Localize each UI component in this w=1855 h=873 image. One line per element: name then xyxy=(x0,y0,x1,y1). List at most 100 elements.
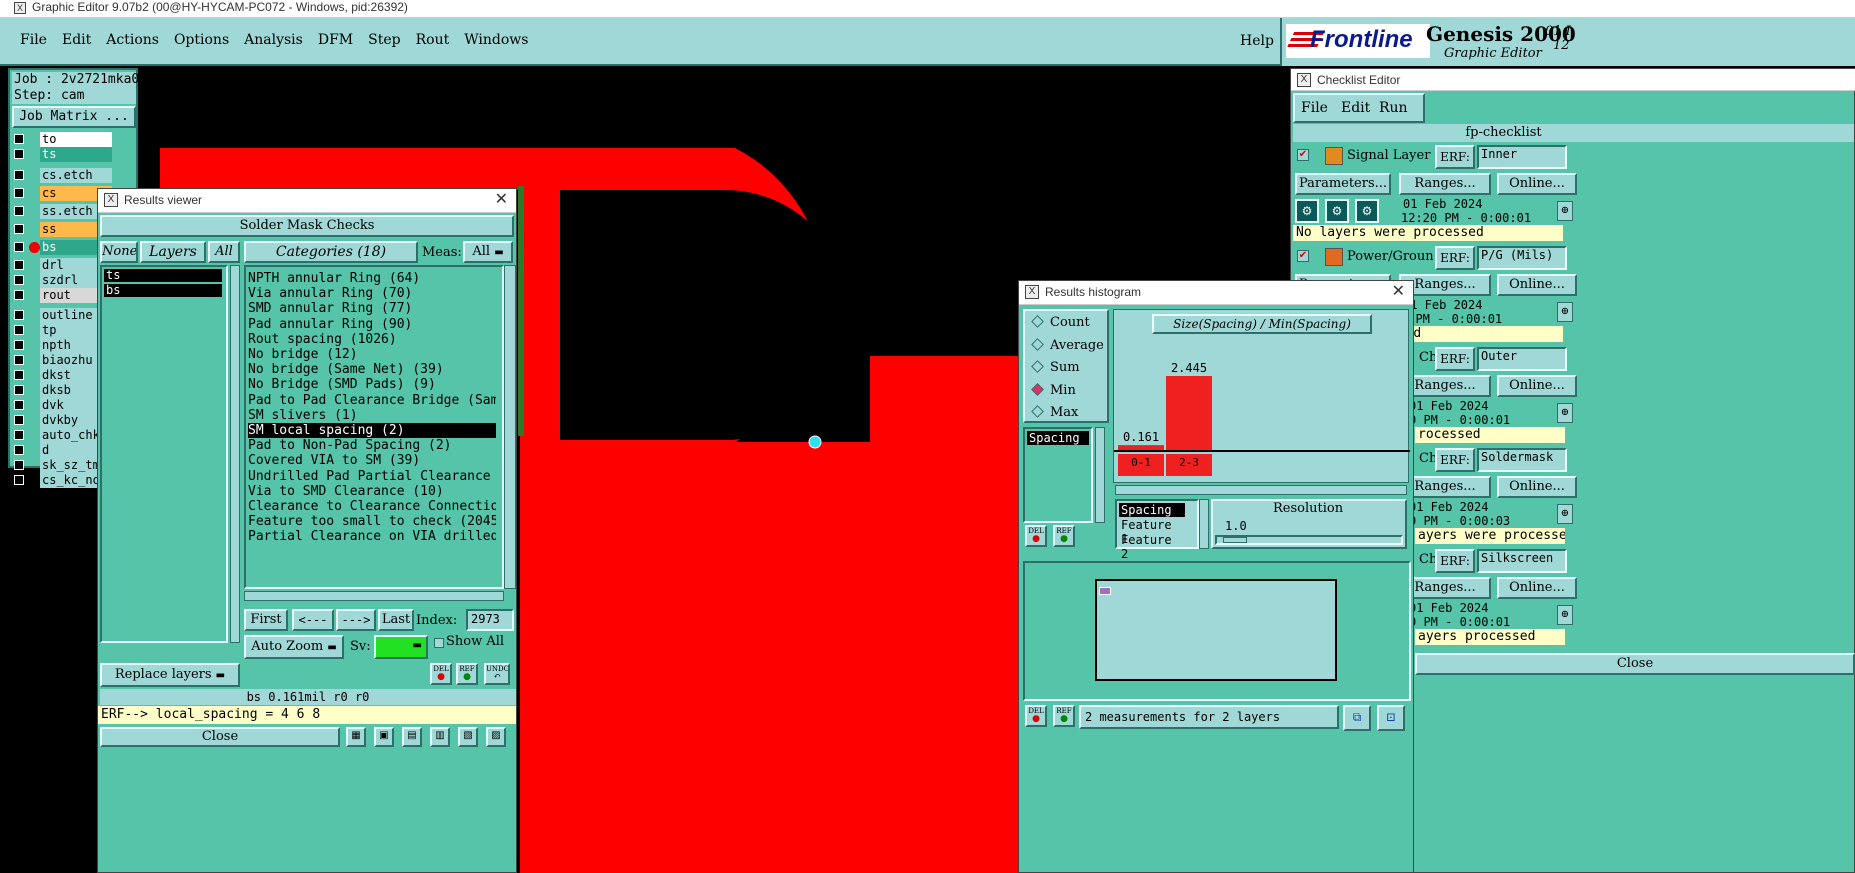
category-item[interactable]: SM slivers (1) xyxy=(248,408,496,423)
category-item[interactable]: Pad to Non-Pad Spacing (2) xyxy=(248,438,496,453)
menu-actions[interactable]: Actions xyxy=(106,32,159,48)
radio-diamond-icon[interactable] xyxy=(1031,382,1044,396)
tool-icon[interactable]: ▦ xyxy=(346,727,366,747)
expand-icon[interactable]: ⊕ xyxy=(1557,403,1573,423)
stat-option-min[interactable]: Min xyxy=(1029,383,1076,401)
checklist-menu-run[interactable]: Run xyxy=(1379,100,1408,116)
checklist-menu-edit[interactable]: Edit xyxy=(1341,100,1370,116)
show-all-checkbox[interactable] xyxy=(434,638,444,648)
online-button[interactable]: Online... xyxy=(1497,274,1577,296)
del-button[interactable]: DEL ● xyxy=(430,663,452,685)
check-enable-checkbox[interactable]: ✔ xyxy=(1297,149,1309,161)
attribute-list-item[interactable]: Spacing xyxy=(1027,431,1089,445)
layer-row[interactable]: to xyxy=(12,132,112,147)
none-button[interactable]: None xyxy=(100,241,138,263)
category-item[interactable]: Rout spacing (1026) xyxy=(248,332,496,347)
layer-checkbox[interactable] xyxy=(14,260,24,270)
tool-icon[interactable]: ▧ xyxy=(458,727,478,747)
tool-icon[interactable]: ▥ xyxy=(430,727,450,747)
hist-ref-button[interactable]: REF ● xyxy=(1053,525,1075,547)
category-item[interactable]: Via to SMD Clearance (10) xyxy=(248,484,496,499)
layer-checkbox[interactable] xyxy=(14,400,24,410)
layer-checkbox[interactable] xyxy=(14,310,24,320)
meas-select[interactable]: All ▬ xyxy=(463,241,513,263)
layer-checkbox[interactable] xyxy=(14,290,24,300)
layer-checkbox[interactable] xyxy=(14,275,24,285)
layer-checkbox[interactable] xyxy=(14,370,24,380)
undo-button[interactable]: UNDO ↶ xyxy=(484,663,510,685)
layer-checkbox[interactable] xyxy=(14,134,24,144)
expand-icon[interactable]: ⊕ xyxy=(1557,302,1573,322)
hist-ref-button-2[interactable]: REF ● xyxy=(1053,705,1075,727)
close-icon[interactable]: ✕ xyxy=(495,189,508,211)
category-item[interactable]: Partial Clearance on VIA drilled xyxy=(248,529,496,544)
histogram-bar[interactable] xyxy=(1166,376,1212,450)
layer-row[interactable]: cs.etch xyxy=(12,168,112,183)
radio-diamond-icon[interactable] xyxy=(1031,405,1044,419)
layer-checkbox[interactable] xyxy=(14,415,24,425)
category-item[interactable]: No Bridge (SMD Pads) (9) xyxy=(248,377,496,392)
category-item[interactable]: Pad to Pad Clearance Bridge (Same xyxy=(248,393,496,408)
categories-vscroll[interactable] xyxy=(504,265,516,589)
attr-list-scrollbar[interactable] xyxy=(1199,499,1209,549)
resolution-slider[interactable] xyxy=(1215,535,1403,545)
auto-zoom-select[interactable]: Auto Zoom ▬ xyxy=(244,635,344,659)
menu-rout[interactable]: Rout xyxy=(416,32,450,48)
menu-options[interactable]: Options xyxy=(174,32,229,48)
layer-list-scrollbar[interactable] xyxy=(230,265,240,643)
stat-option-average[interactable]: Average xyxy=(1029,338,1104,356)
menu-windows[interactable]: Windows xyxy=(464,32,528,48)
layer-result-list[interactable]: ts bs xyxy=(100,265,228,643)
ranges-button[interactable]: Ranges... xyxy=(1399,173,1491,195)
erf-field[interactable]: Inner xyxy=(1477,145,1567,169)
attr-item[interactable]: Spacing xyxy=(1119,503,1185,517)
layer-checkbox[interactable] xyxy=(14,224,24,234)
tool-icon[interactable]: ▣ xyxy=(374,727,394,747)
attr-item[interactable]: Feature 2 xyxy=(1119,533,1185,561)
check-enable-checkbox[interactable]: ✔ xyxy=(1297,250,1309,262)
stat-option-sum[interactable]: Sum xyxy=(1029,360,1080,378)
categories-button[interactable]: Categories (18) xyxy=(244,241,418,263)
stat-option-max[interactable]: Max xyxy=(1029,405,1078,423)
category-item[interactable]: Undrilled Pad Partial Clearance ( xyxy=(248,469,496,484)
run-icon[interactable]: ⚙ xyxy=(1355,199,1379,223)
layer-result-item[interactable]: ts xyxy=(104,269,222,282)
online-button[interactable]: Online... xyxy=(1497,173,1577,195)
hist-del-button-2[interactable]: DEL ● xyxy=(1025,705,1047,727)
expand-icon[interactable]: ⊕ xyxy=(1557,605,1573,625)
categories-list[interactable]: NPTH annular Ring (64) Via annular Ring (… xyxy=(244,265,504,589)
next-button[interactable]: ---> xyxy=(336,609,376,631)
checklist-close-button[interactable]: Close xyxy=(1415,653,1855,675)
layer-row[interactable]: ts xyxy=(12,147,112,162)
layer-checkbox[interactable] xyxy=(14,460,24,470)
run-icon[interactable]: ⚙ xyxy=(1325,199,1349,223)
layer-checkbox[interactable] xyxy=(14,385,24,395)
menu-analysis[interactable]: Analysis xyxy=(244,32,303,48)
erf-field[interactable]: Outer xyxy=(1477,347,1567,371)
checklist-menu-file[interactable]: File xyxy=(1301,100,1328,116)
layer-checkbox[interactable] xyxy=(14,355,24,365)
layer-checkbox[interactable] xyxy=(14,430,24,440)
tool-icon[interactable]: ▤ xyxy=(402,727,422,747)
layer-checkbox[interactable] xyxy=(14,325,24,335)
layer-result-item[interactable]: bs xyxy=(104,284,222,297)
fit-icon[interactable]: ⊡ xyxy=(1377,705,1405,731)
prev-button[interactable]: <--- xyxy=(292,609,334,631)
slider-thumb[interactable] xyxy=(1223,537,1247,543)
parameters-button[interactable]: Parameters... xyxy=(1295,173,1391,195)
job-matrix-button[interactable]: Job Matrix ... xyxy=(12,106,136,128)
expand-icon[interactable]: ⊕ xyxy=(1557,504,1573,524)
replace-layers-select[interactable]: Replace layers ▬ xyxy=(100,663,240,687)
hist-del-button[interactable]: DEL ● xyxy=(1025,525,1047,547)
online-button[interactable]: Online... xyxy=(1497,577,1577,599)
erf-field[interactable]: Soldermask xyxy=(1477,448,1567,472)
categories-hscroll[interactable] xyxy=(244,591,504,601)
attribute-list[interactable]: Spacing xyxy=(1023,427,1093,523)
category-item[interactable]: SM local spacing (2) xyxy=(248,423,496,438)
index-field[interactable]: 2973 xyxy=(466,609,514,631)
category-item[interactable]: No bridge (Same Net) (39) xyxy=(248,362,496,377)
layers-button[interactable]: Layers xyxy=(140,241,206,263)
layer-checkbox[interactable] xyxy=(14,188,24,198)
attribute-list-scrollbar[interactable] xyxy=(1095,427,1105,523)
layer-checkbox[interactable] xyxy=(14,149,24,159)
